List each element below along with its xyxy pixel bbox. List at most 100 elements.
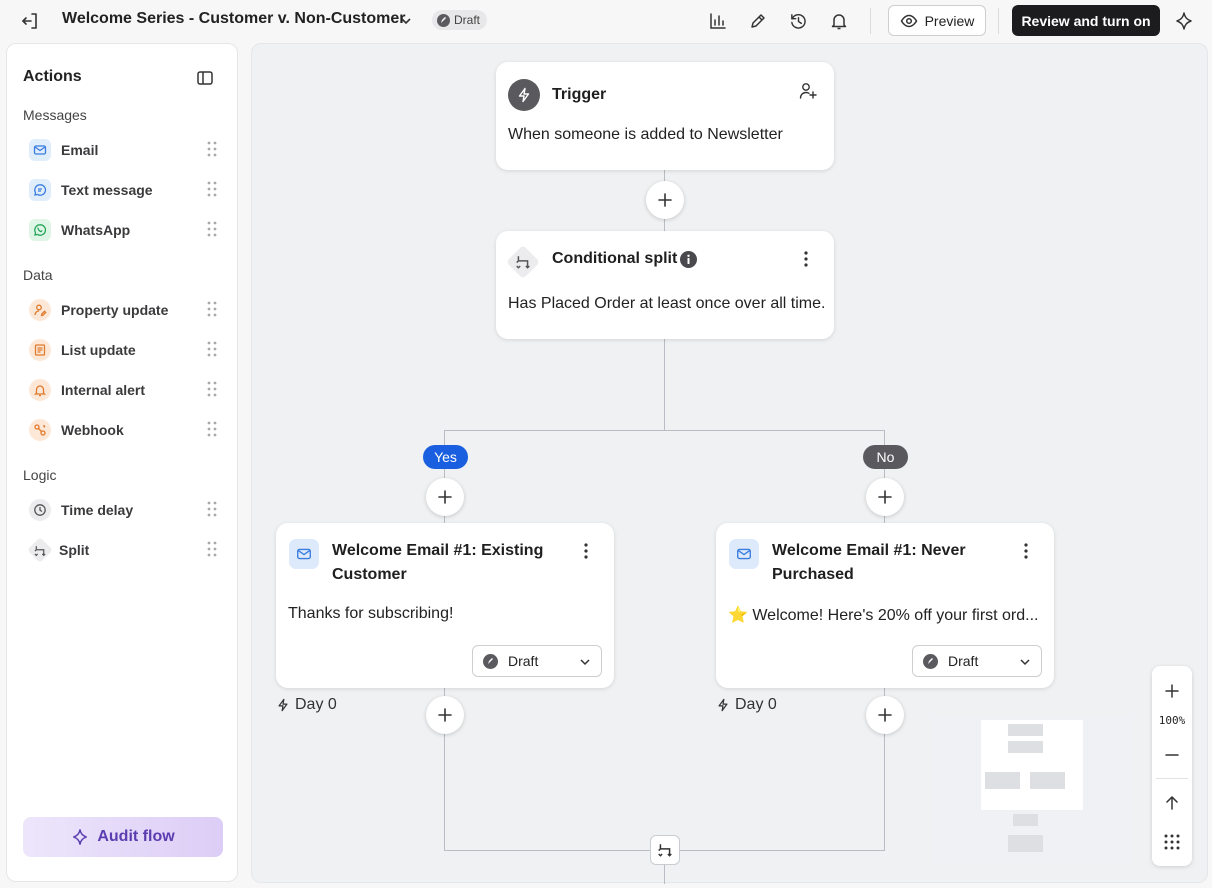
conditional-split-card[interactable]: Conditional split Has Placed Order at le… [496,231,834,339]
sidebar-item-label: WhatsApp [61,222,131,238]
trigger-title: Trigger [552,86,607,103]
sidebar-item-label: Email [61,142,99,158]
email-card-never-purchased[interactable]: Welcome Email #1: Never Purchased ⭐ Welc… [716,523,1054,688]
info-icon[interactable] [680,251,697,268]
minimap-node [1030,772,1065,789]
drag-handle-icon[interactable] [207,301,217,317]
split-icon [27,537,53,563]
minimap[interactable] [931,716,1133,864]
pencil-edit-icon[interactable] [746,9,770,33]
audit-flow-button[interactable]: Audit flow [23,817,223,857]
lightning-icon [276,698,290,712]
minimap-node [1008,724,1043,736]
sidebar-item-whatsapp[interactable]: WhatsApp [25,214,225,246]
email-preview-text: ⭐ Welcome! Here's 20% off your first ord… [728,607,1039,624]
sidebar-item-label: Internal alert [61,382,146,398]
list-icon [29,339,51,361]
zoom-level: 100% [1158,714,1186,727]
more-options-icon[interactable] [796,249,816,269]
sidebar-item-text-message[interactable]: Text message [25,174,225,206]
split-icon [515,254,531,270]
email-title: Welcome Email #1: Never Purchased [772,542,966,583]
plus-icon [878,708,892,722]
add-step-button[interactable] [866,696,904,734]
add-step-button[interactable] [426,696,464,734]
minus-icon [1165,748,1179,762]
delay-text: Day 0 [295,696,337,713]
add-person-icon[interactable] [798,81,818,101]
divider [998,8,999,34]
trigger-card[interactable]: Trigger When someone is added to Newslet… [496,62,834,170]
drag-handle-icon[interactable] [207,421,217,437]
clock-icon [29,499,51,521]
email-status-select[interactable]: Draft [912,645,1042,677]
email-status-select[interactable]: Draft [472,645,602,677]
plus-icon [658,193,672,207]
section-data: Data [23,267,53,283]
review-and-turn-on-button[interactable]: Review and turn on [1012,5,1160,36]
delay-text: Day 0 [735,696,777,713]
more-options-icon[interactable] [576,541,596,561]
bell-icon[interactable] [827,9,851,33]
exit-arrow-icon[interactable] [18,9,42,33]
sparkle-icon [71,828,89,846]
mail-icon [29,139,51,161]
minimap-node [985,772,1020,789]
drag-handle-icon[interactable] [207,221,217,237]
merge-node[interactable] [650,835,680,865]
sidebar-item-label: Text message [61,182,153,198]
drag-handle-icon[interactable] [207,381,217,397]
branch-no-label: No [863,445,908,469]
split-title: Conditional split [552,250,678,267]
connector-line [445,430,885,431]
sidebar-item-internal-alert[interactable]: Internal alert [25,374,225,406]
drag-handle-icon[interactable] [207,501,217,517]
email-status-value: Draft [508,653,539,669]
add-step-button[interactable] [426,478,464,516]
sidebar-collapse-icon[interactable] [196,69,214,87]
scroll-to-top-button[interactable] [1152,786,1192,820]
flow-title[interactable]: Welcome Series - Customer v. Non-Custome… [62,10,406,28]
minimap-toggle-button[interactable] [1152,825,1192,859]
merge-icon [657,842,673,858]
chevron-down-icon[interactable] [397,12,415,30]
grid-dots-icon [1164,834,1180,850]
add-step-button[interactable] [646,181,684,219]
actions-sidebar: Actions Messages Email Text message What… [6,43,238,882]
arrow-up-icon [1165,796,1179,810]
trigger-description: When someone is added to Newsletter [508,126,783,143]
sparkle-ai-icon[interactable] [1172,9,1196,33]
top-bar: Welcome Series - Customer v. Non-Custome… [0,0,1212,42]
history-icon[interactable] [786,9,810,33]
person-edit-icon [29,299,51,321]
add-step-button[interactable] [866,478,904,516]
drag-handle-icon[interactable] [207,181,217,197]
email-card-existing-customer[interactable]: Welcome Email #1: Existing Customer Than… [276,523,614,688]
more-options-icon[interactable] [1016,541,1036,561]
sidebar-item-split[interactable]: Split [25,534,225,566]
plus-icon [878,490,892,504]
sidebar-item-email[interactable]: Email [25,134,225,166]
sidebar-item-label: Time delay [61,502,134,518]
drag-handle-icon[interactable] [207,541,217,557]
lightning-icon [716,698,730,712]
sidebar-item-list-update[interactable]: List update [25,334,225,366]
draft-status-icon [437,13,450,27]
sidebar-item-property-update[interactable]: Property update [25,294,225,326]
drag-handle-icon[interactable] [207,141,217,157]
mail-icon [289,539,319,569]
zoom-out-button[interactable] [1152,738,1192,772]
plus-icon [1165,684,1179,698]
sidebar-title: Actions [23,68,82,85]
zoom-in-button[interactable] [1152,674,1192,708]
analytics-chart-icon[interactable] [706,9,730,33]
draft-status-icon [483,653,498,669]
preview-button[interactable]: Preview [888,5,986,36]
sidebar-item-webhook[interactable]: Webhook [25,414,225,446]
split-condition: Has Placed Order at least once over all … [508,295,826,312]
status-badge: Draft [432,10,488,30]
eye-icon [900,12,918,30]
email-status-value: Draft [948,653,979,669]
drag-handle-icon[interactable] [207,341,217,357]
sidebar-item-time-delay[interactable]: Time delay [25,494,225,526]
